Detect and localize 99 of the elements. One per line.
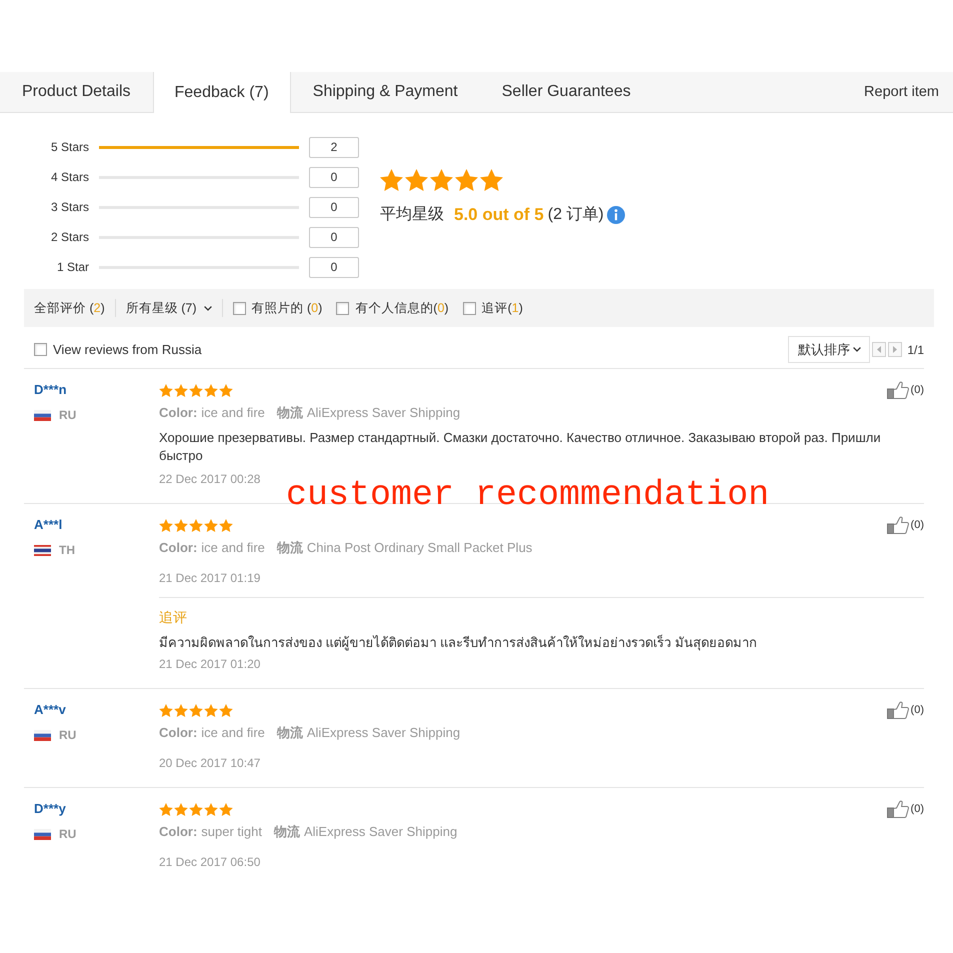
thumbs-up-icon[interactable]: [886, 701, 909, 719]
product-color: Color: ice and fire: [159, 539, 265, 557]
star-icon: [174, 802, 188, 816]
star-level-label: 5 Stars: [50, 140, 89, 154]
followup-label: 追评: [159, 608, 188, 626]
star-filter-dropdown[interactable]: 所有星级 (7): [126, 300, 212, 316]
star-icon: [159, 704, 173, 716]
flag-icon: [34, 544, 51, 556]
country-code: TH: [59, 543, 75, 557]
thumbs-up-icon[interactable]: [886, 800, 909, 818]
caret-left-icon: [877, 346, 882, 353]
order-count: (2 订单): [548, 205, 604, 225]
chevron-down-icon: [852, 347, 861, 352]
star-icon: [219, 518, 233, 532]
star-icon: [219, 802, 233, 816]
checkbox[interactable]: [34, 343, 47, 356]
next-page-button[interactable]: [888, 342, 902, 357]
helpful-count: (0): [910, 384, 924, 396]
flag-icon: [34, 730, 51, 740]
review-date: 21 Dec 2017 01:19: [159, 570, 262, 586]
star-level-label: 4 Stars: [50, 170, 89, 184]
review-date: 21 Dec 2017 06:50: [159, 854, 262, 870]
page-indicator: 1/1: [907, 342, 924, 356]
star-icon: [204, 384, 218, 396]
rating-count: 0: [309, 196, 359, 218]
rating-count: 0: [309, 226, 359, 248]
star-icon: [480, 169, 503, 191]
star-icon: [159, 384, 173, 396]
star-level-label: 3 Stars: [50, 200, 89, 214]
star-icon: [455, 169, 478, 191]
country-code: RU: [59, 408, 76, 422]
info-icon[interactable]: [606, 206, 625, 224]
checkbox[interactable]: [232, 302, 246, 314]
country-code: RU: [59, 728, 76, 742]
star-icon: [174, 704, 188, 716]
rating-count: 0: [309, 166, 359, 188]
star-icon: [204, 704, 218, 716]
reviewer-name[interactable]: D***y: [34, 800, 66, 818]
star-level-label: 2 Stars: [50, 230, 89, 244]
star-icon: [380, 169, 403, 191]
thumbs-up-icon[interactable]: [886, 381, 909, 399]
sort-dropdown[interactable]: 默认排序: [788, 336, 870, 363]
reviewer-name[interactable]: A***l: [34, 516, 62, 534]
star-icon: [159, 802, 173, 816]
tab[interactable]: Shipping & Payment: [290, 72, 480, 112]
rating-count: 0: [309, 256, 359, 278]
shipping-method: 物流 AliExpress Saver Shipping: [276, 404, 460, 422]
star-icon: [204, 802, 218, 816]
review-date: 22 Dec 2017 00:28: [159, 471, 262, 487]
report-item-link[interactable]: Report item: [864, 72, 939, 112]
review-date: 20 Dec 2017 10:47: [159, 755, 262, 771]
reviewer-name[interactable]: A***v: [34, 701, 66, 719]
product-color: Color: ice and fire: [159, 404, 265, 422]
star-icon: [219, 384, 233, 396]
followup-text: มีความผิดพลาดในการส่งของ แต่ผู้ขายได้ติดต่อมา และรีบทำการส่งสินค้าให้ใหม่อย่างรวดเร็ว มันสุดยอดมาก: [159, 634, 758, 652]
rating-count: 2: [309, 136, 359, 158]
previous-page-button[interactable]: [872, 342, 886, 357]
tab[interactable]: Seller Guarantees: [480, 72, 653, 112]
flag-icon: [34, 828, 51, 840]
helpful-count: (0): [910, 803, 924, 815]
star-icon: [159, 518, 173, 532]
overlay-caption: customer recommendation: [286, 478, 770, 513]
star-icon: [405, 169, 428, 191]
caret-right-icon: [893, 346, 898, 353]
star-icon: [204, 518, 218, 532]
checkbox[interactable]: [462, 302, 476, 314]
product-color: Color: ice and fire: [159, 724, 265, 742]
checkbox-label[interactable]: 有照片的 (0): [252, 300, 322, 316]
shipping-method: 物流 AliExpress Saver Shipping: [276, 724, 460, 742]
all-reviews-filter[interactable]: 全部评价 (2): [34, 300, 105, 316]
helpful-count: (0): [910, 704, 924, 716]
star-icon: [189, 802, 203, 816]
average-score: 5.0 out of 5: [454, 204, 544, 224]
product-color: Color: super tight: [159, 823, 262, 841]
checkbox-label[interactable]: 追评(1): [482, 300, 523, 316]
reviewer-name[interactable]: D***n: [34, 381, 67, 399]
star-icon: [174, 518, 188, 532]
checkbox-label[interactable]: 有个人信息的(0): [355, 300, 449, 316]
tab[interactable]: Feedback (7): [152, 72, 291, 113]
shipping-method: 物流 China Post Ordinary Small Packet Plus: [276, 539, 532, 557]
chevron-down-icon: [204, 306, 212, 310]
star-icon: [174, 384, 188, 396]
tab[interactable]: Product Details: [0, 72, 152, 112]
checkbox[interactable]: [336, 302, 350, 314]
star-level-label: 1 Star: [56, 260, 89, 274]
star-icon: [189, 518, 203, 532]
flag-icon: [34, 410, 51, 420]
star-icon: [189, 384, 203, 396]
thumbs-up-icon[interactable]: [886, 516, 909, 534]
star-icon: [430, 169, 453, 191]
star-icon: [219, 704, 233, 716]
followup-date: 21 Dec 2017 01:20: [159, 656, 262, 672]
average-rating-label: 平均星级: [380, 205, 444, 225]
country-code: RU: [59, 827, 76, 841]
review-text: Хорошие презервативы. Размер стандартный. Смазки достаточно. Качество отличное. Заказываю второй раз. Пришли быстро: [159, 429, 882, 465]
shipping-method: 物流 AliExpress Saver Shipping: [274, 823, 458, 841]
star-icon: [189, 704, 203, 716]
checkbox-label[interactable]: View reviews from Russia: [53, 342, 202, 357]
helpful-count: (0): [910, 519, 924, 531]
